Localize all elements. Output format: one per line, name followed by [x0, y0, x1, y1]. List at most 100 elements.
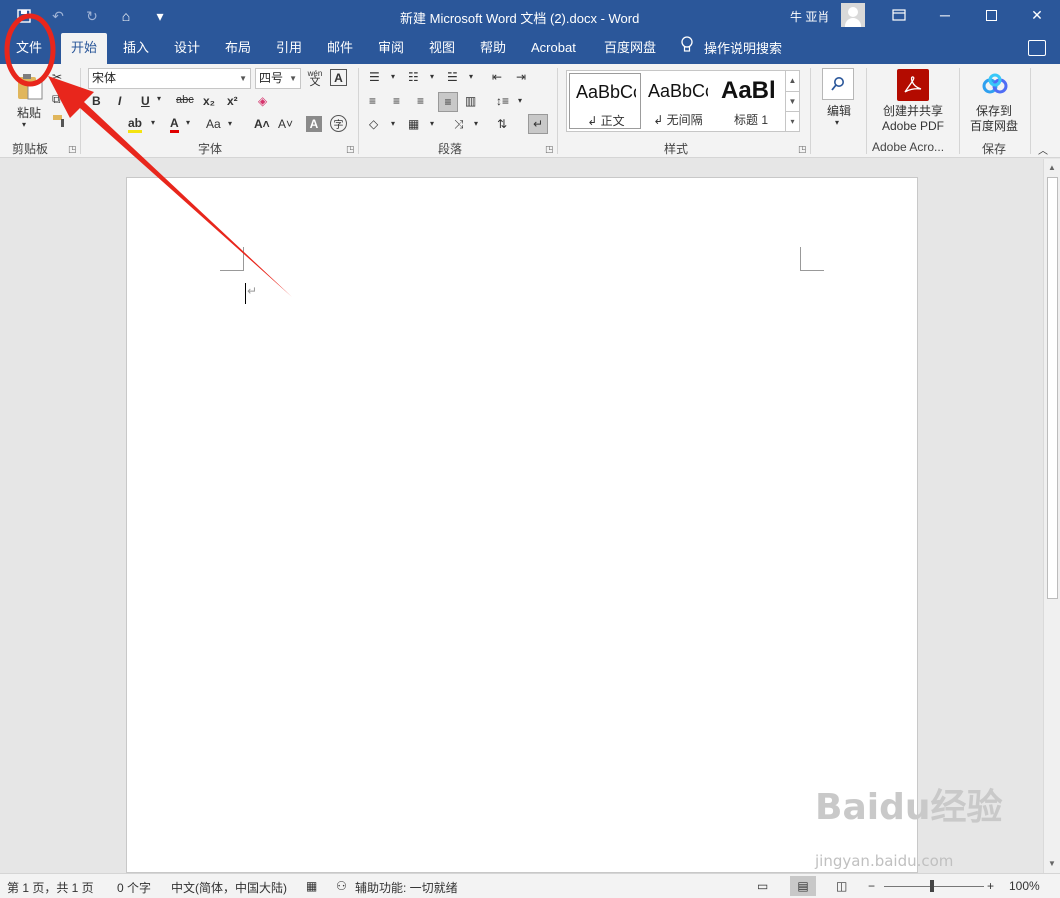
borders-icon[interactable]: ▦	[408, 117, 419, 131]
tab-layout[interactable]: 布局	[215, 33, 261, 64]
minimize-button[interactable]: ─	[935, 5, 955, 25]
align-left-icon[interactable]: ≡	[369, 94, 376, 108]
shrink-font-icon[interactable]: A˅	[278, 117, 293, 131]
zoom-level[interactable]: 100%	[1009, 879, 1040, 893]
styles-launcher-icon[interactable]: ◳	[798, 144, 807, 155]
chinese-layout-icon[interactable]: ⤨	[454, 117, 464, 132]
tab-baidu-netdisk[interactable]: 百度网盘	[594, 33, 666, 64]
chevron-down-icon[interactable]: ▾	[518, 96, 522, 105]
styles-gallery[interactable]: AaBbCcI ↲ 正文 AaBbCcI ↲ 无间隔 AaBl 标题 1 ▲ ▼…	[566, 70, 800, 132]
read-mode-icon[interactable]: ▭	[757, 879, 768, 893]
accessibility-status[interactable]: 辅助功能: 一切就绪	[355, 879, 458, 896]
baidu-netdisk-icon[interactable]	[980, 71, 1010, 99]
maximize-button[interactable]	[981, 5, 1001, 25]
clear-formatting-icon[interactable]: ◈	[258, 94, 267, 108]
increase-indent-icon[interactable]: ⇥	[516, 70, 526, 84]
chevron-down-icon[interactable]: ▾	[474, 119, 478, 128]
font-launcher-icon[interactable]: ◳	[346, 144, 355, 155]
comments-icon[interactable]	[1028, 40, 1046, 56]
chevron-up-icon[interactable]: ▲	[786, 71, 799, 91]
italic-icon[interactable]: I	[118, 94, 121, 108]
find-icon[interactable]	[822, 68, 854, 100]
chevron-down-icon[interactable]: ▾	[151, 118, 155, 127]
decrease-indent-icon[interactable]: ⇤	[492, 70, 502, 84]
save-to-baidu-button[interactable]: 保存到 百度网盘	[966, 104, 1022, 134]
tab-home[interactable]: 开始	[61, 33, 108, 64]
bold-icon[interactable]: B	[92, 94, 101, 108]
paste-button[interactable]: 粘贴	[14, 104, 44, 121]
style-heading-1[interactable]: AaBl 标题 1	[715, 73, 787, 129]
scroll-up-icon[interactable]: ▲	[1044, 161, 1060, 175]
tab-view[interactable]: 视图	[419, 33, 465, 64]
numbering-icon[interactable]: ☷	[408, 70, 419, 84]
more-icon[interactable]: ▾	[786, 111, 799, 131]
change-case-icon[interactable]: Aa	[206, 117, 221, 131]
multilevel-list-icon[interactable]: ☱	[447, 70, 458, 84]
shading-icon[interactable]: ◇	[369, 117, 378, 131]
zoom-out-button[interactable]: −	[868, 879, 875, 893]
language-indicator[interactable]: 中文(简体，中国大陆)	[171, 879, 287, 896]
chevron-down-icon[interactable]: ▾	[157, 94, 161, 103]
scrollbar-thumb[interactable]	[1047, 177, 1058, 599]
font-color-icon[interactable]: A	[170, 116, 179, 133]
collapse-ribbon-icon[interactable]: ︿	[1038, 142, 1048, 157]
avatar[interactable]	[841, 3, 865, 27]
chevron-down-icon[interactable]: ▾	[469, 72, 473, 81]
line-spacing-icon[interactable]: ↕≡	[496, 94, 509, 108]
strikethrough-icon[interactable]: abc	[176, 94, 194, 106]
web-layout-icon[interactable]: ◫	[836, 879, 847, 893]
tab-acrobat[interactable]: Acrobat	[521, 33, 586, 64]
word-count[interactable]: 0 个字	[117, 879, 151, 896]
tab-review[interactable]: 审阅	[368, 33, 414, 64]
format-painter-icon[interactable]	[52, 114, 68, 128]
tab-design[interactable]: 设计	[164, 33, 210, 64]
chevron-down-icon[interactable]: ▾	[228, 119, 232, 128]
tab-file[interactable]: 文件	[6, 33, 52, 64]
font-name-combo[interactable]: 宋体 ▼	[88, 68, 251, 89]
sort-icon[interactable]: ⇅	[497, 117, 507, 131]
character-shading-icon[interactable]: A	[306, 116, 322, 132]
chevron-down-icon[interactable]: ▾	[835, 118, 839, 127]
tab-references[interactable]: 引用	[266, 33, 312, 64]
show-hide-marks-icon[interactable]: ↵	[528, 114, 548, 134]
chevron-down-icon[interactable]: ▾	[430, 72, 434, 81]
chevron-down-icon[interactable]: ▾	[186, 118, 190, 127]
zoom-slider-thumb[interactable]	[930, 880, 934, 892]
grow-font-icon[interactable]: A˄	[254, 117, 270, 131]
customize-qat-icon[interactable]: ▾	[150, 6, 170, 26]
styles-gallery-scroll[interactable]: ▲ ▼ ▾	[785, 71, 799, 131]
bullets-icon[interactable]: ☰	[369, 70, 380, 84]
phonetic-guide-button[interactable]: wén 文	[306, 66, 324, 90]
font-size-combo[interactable]: 四号 ▼	[255, 68, 301, 89]
save-icon[interactable]	[14, 6, 34, 26]
redo-icon[interactable]: ↻	[82, 6, 102, 26]
close-button[interactable]: ✕	[1027, 5, 1047, 25]
paste-dropdown-icon[interactable]: ▾	[22, 120, 26, 129]
highlight-icon[interactable]: ab	[128, 116, 143, 133]
scroll-down-icon[interactable]: ▼	[1044, 857, 1060, 871]
vertical-scrollbar[interactable]: ▲ ▼	[1043, 159, 1060, 873]
tab-help[interactable]: 帮助	[470, 33, 516, 64]
touch-mode-icon[interactable]: ⌂	[116, 6, 136, 26]
paste-icon[interactable]	[14, 70, 46, 102]
zoom-in-button[interactable]: +	[987, 879, 994, 893]
tab-insert[interactable]: 插入	[113, 33, 159, 64]
cut-icon[interactable]: ✂	[52, 70, 62, 84]
editing-button[interactable]: 编辑	[824, 102, 854, 119]
tell-me-search[interactable]: 操作说明搜索	[680, 33, 782, 64]
chevron-down-icon[interactable]: ▾	[430, 119, 434, 128]
copy-icon[interactable]: ⧉	[52, 92, 61, 107]
style-normal[interactable]: AaBbCcI ↲ 正文	[569, 73, 641, 129]
chevron-down-icon[interactable]: ▾	[391, 119, 395, 128]
superscript-icon[interactable]: x²	[227, 94, 238, 108]
zoom-slider-track[interactable]	[884, 886, 984, 887]
page-count[interactable]: 第 1 页，共 1 页	[7, 879, 94, 896]
create-share-pdf-button[interactable]: 创建并共享 Adobe PDF	[876, 104, 950, 134]
paragraph-launcher-icon[interactable]: ◳	[545, 144, 554, 155]
undo-icon[interactable]: ↶	[48, 6, 68, 26]
tab-mailings[interactable]: 邮件	[317, 33, 363, 64]
enclose-characters-icon[interactable]: 字	[330, 115, 347, 132]
justify-icon[interactable]: ≡	[438, 92, 458, 112]
adobe-pdf-icon[interactable]	[897, 69, 929, 101]
distributed-icon[interactable]: ▥	[465, 94, 476, 108]
